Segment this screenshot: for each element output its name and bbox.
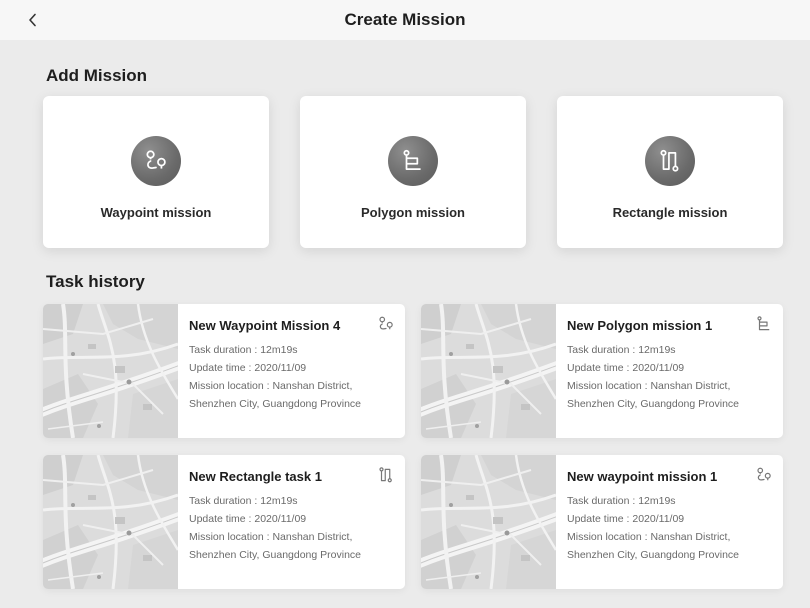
task-duration: Task duration : 12m19s [189,495,298,507]
waypoint-route-icon [143,148,169,174]
task-name: New waypoint mission 1 [567,469,718,484]
back-button[interactable] [22,9,44,31]
polygon-route-icon [755,315,773,333]
waypoint-mission-card[interactable]: Waypoint mission [43,96,269,248]
task-name: New Rectangle task 1 [189,469,322,484]
task-location-cont: Shenzhen City, Guangdong Province [189,549,361,561]
task-location-cont: Shenzhen City, Guangdong Province [189,398,361,410]
rectangle-icon-circle [645,136,695,186]
waypoint-icon-circle [131,136,181,186]
polygon-icon-circle [388,136,438,186]
polygon-mission-card[interactable]: Polygon mission [300,96,526,248]
rectangle-route-icon [657,148,683,174]
task-duration: Task duration : 12m19s [567,495,676,507]
task-location-cont: Shenzhen City, Guangdong Province [567,398,739,410]
task-location: Mission location : Nanshan District, [189,531,353,543]
rectangle-route-icon [377,466,395,484]
chevron-left-icon [29,13,36,27]
task-card[interactable]: New Waypoint Mission 4 Task duration : 1… [43,304,405,438]
top-bar: Create Mission [0,0,810,40]
task-card[interactable]: New waypoint mission 1 Task duration : 1… [421,455,783,589]
task-update-time: Update time : 2020/11/09 [567,513,685,525]
task-update-time: Update time : 2020/11/09 [189,513,307,525]
map-thumbnail [421,304,556,438]
page-title: Create Mission [344,10,466,29]
rectangle-mission-card[interactable]: Rectangle mission [557,96,783,248]
task-name: New Waypoint Mission 4 [189,318,341,333]
task-card[interactable]: New Rectangle task 1 Task duration : 12m… [43,455,405,589]
polygon-route-icon [400,148,426,174]
task-card[interactable]: New Polygon mission 1 Task duration : 12… [421,304,783,438]
task-update-time: Update time : 2020/11/09 [567,362,685,374]
task-name: New Polygon mission 1 [567,318,713,333]
map-thumbnail [421,455,556,589]
task-location: Mission location : Nanshan District, [189,380,353,392]
polygon-mission-label: Polygon mission [360,205,465,220]
task-location-cont: Shenzhen City, Guangdong Province [567,549,739,561]
task-update-time: Update time : 2020/11/09 [189,362,307,374]
task-location: Mission location : Nanshan District, [567,531,731,543]
add-mission-heading: Add Mission [46,66,148,85]
task-duration: Task duration : 12m19s [567,344,676,356]
task-history-heading: Task history [46,272,145,291]
rectangle-mission-label: Rectangle mission [612,205,728,220]
waypoint-mission-label: Waypoint mission [100,205,212,220]
task-location: Mission location : Nanshan District, [567,380,731,392]
map-thumbnail [43,455,178,589]
waypoint-route-icon [377,315,395,333]
task-duration: Task duration : 12m19s [189,344,298,356]
map-thumbnail [43,304,178,438]
waypoint-route-icon [755,466,773,484]
